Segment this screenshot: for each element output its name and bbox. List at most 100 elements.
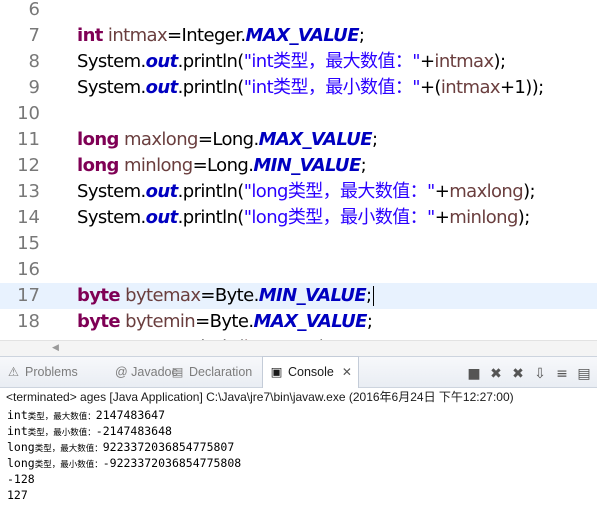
code-token: "long类型，最大数值：" [243, 181, 436, 202]
code-token: ); [517, 207, 530, 228]
code-token: ; [366, 311, 373, 332]
code-token: .println( [177, 77, 245, 98]
output-label: 类型，最大数值： [27, 412, 96, 422]
tab-problems[interactable]: ⚠ Problems [6, 357, 78, 387]
console-toolbar: ■ ✖ ✖ ⇩ ≡ ▤ [461, 363, 593, 383]
text-caret [372, 286, 374, 306]
console-output-line: int类型，最小数值：-2147483648 [7, 424, 172, 439]
code-line[interactable]: 8 System.out.println("int类型，最大数值："+intmax… [0, 49, 597, 75]
output-label: 类型，最小数值： [34, 460, 103, 470]
console-output[interactable]: int类型，最大数值：2147483647 int类型，最小数值：-2147483… [0, 406, 597, 510]
code-token: ; [358, 25, 365, 46]
code-token: =Byte. [200, 285, 259, 306]
tab-label: Declaration [189, 365, 253, 379]
line-number: 13 [17, 181, 40, 202]
code-token: "int类型，最小数值：" [243, 77, 421, 98]
code-token: ; [371, 129, 378, 150]
word-wrap-icon[interactable]: ≡ [553, 365, 571, 383]
code-line[interactable]: 15 [0, 231, 597, 257]
code-line[interactable]: 9 System.out.println("int类型，最小数值："+(intma… [0, 75, 597, 101]
code-token: intmax [440, 77, 501, 98]
remove-all-terminated-icon[interactable]: ✖ [509, 365, 527, 383]
code-token: minlong [449, 207, 518, 228]
tab-console[interactable]: ▣ Console ✕ [262, 356, 359, 388]
output-prefix: long [7, 456, 35, 470]
code-text[interactable]: byte bytemax=Byte.MIN_VALUE; [77, 283, 374, 309]
code-token: "long类型，最小数值：" [243, 207, 436, 228]
editor-horizontal-scrollbar[interactable]: ◀ [0, 340, 597, 356]
line-number: 7 [28, 25, 40, 46]
tab-label: @ Javadoc [115, 365, 178, 379]
code-token: long [77, 129, 119, 150]
console-output-line: long类型，最大数值：9223372036854775807 [7, 440, 234, 455]
code-text[interactable]: System.out.println("int类型，最大数值："+intmax)… [77, 49, 506, 75]
code-token: .println( [177, 51, 245, 72]
code-token: =Long. [192, 155, 254, 176]
code-text[interactable]: System.out.println("long类型，最大数值："+maxlon… [77, 179, 536, 205]
output-value: 9223372036854775807 [102, 440, 235, 454]
code-token: +( [419, 77, 442, 98]
console-output-line: long类型，最小数值：-9223372036854775808 [7, 456, 241, 471]
output-value: -128 [7, 472, 35, 486]
problems-icon: ⚠ [7, 365, 20, 379]
line-number: 11 [17, 129, 40, 150]
code-token: ); [493, 51, 506, 72]
code-token: byte [77, 285, 121, 306]
pin-console-icon[interactable]: ▤ [575, 365, 593, 383]
code-line[interactable]: 13 System.out.println("long类型，最大数值："+maxl… [0, 179, 597, 205]
close-icon[interactable]: ✕ [342, 365, 352, 379]
code-token: intmax [107, 25, 168, 46]
code-line[interactable]: 11 long maxlong=Long.MAX_VALUE; [0, 127, 597, 153]
code-token: byte [77, 311, 121, 332]
code-token: + [434, 181, 450, 202]
code-text[interactable]: System.out.println("long类型，最小数值："+minlon… [77, 205, 530, 231]
code-token: maxlong [449, 181, 524, 202]
tab-javadoc[interactable]: @ Javadoc [96, 357, 178, 387]
code-token: =Long. [197, 129, 259, 150]
code-line[interactable]: 14 System.out.println("long类型，最小数值："+minl… [0, 205, 597, 231]
code-line[interactable]: 12 long minlong=Long.MIN_VALUE; [0, 153, 597, 179]
scroll-lock-icon[interactable]: ⇩ [531, 365, 549, 383]
code-text[interactable]: int intmax=Integer.MAX_VALUE; [77, 23, 365, 49]
code-token: MIN_VALUE [253, 155, 361, 176]
code-token: out [145, 207, 179, 228]
code-token: System. [77, 207, 146, 228]
output-value: -2147483648 [95, 424, 172, 438]
console-output-line: -128 [7, 472, 35, 487]
scroll-left-arrow-icon[interactable]: ◀ [52, 343, 59, 353]
code-line[interactable]: 18 byte bytemin=Byte.MAX_VALUE; [0, 309, 597, 335]
code-token: "int类型，最大数值：" [243, 51, 421, 72]
code-token: bytemin [125, 311, 196, 332]
terminate-icon[interactable]: ■ [465, 365, 483, 383]
code-text[interactable]: byte bytemin=Byte.MAX_VALUE; [77, 309, 373, 335]
code-line[interactable]: 16 [0, 257, 597, 283]
code-text[interactable]: System.out.println("int类型，最小数值："+(intmax… [77, 75, 544, 101]
code-token: bytemax [125, 285, 201, 306]
code-token: + [419, 51, 435, 72]
line-number: 16 [17, 259, 40, 280]
code-token: .println( [177, 181, 245, 202]
line-number: 8 [28, 51, 40, 72]
code-line[interactable]: 17 byte bytemax=Byte.MIN_VALUE; [0, 283, 597, 309]
code-line[interactable]: 7 int intmax=Integer.MAX_VALUE; [0, 23, 597, 49]
code-token: minlong [123, 155, 193, 176]
code-editor[interactable]: 6 7 int intmax=Integer.MAX_VALUE; 8 System.o… [0, 0, 597, 340]
code-line[interactable]: 6 [0, 0, 597, 23]
line-number: 18 [17, 311, 40, 332]
output-value: -9223372036854775808 [102, 456, 242, 470]
remove-launch-icon[interactable]: ✖ [487, 365, 505, 383]
code-line[interactable]: 10 [0, 101, 597, 127]
code-token: =Integer. [167, 25, 246, 46]
output-label: 类型，最小数值： [27, 428, 96, 438]
tab-label: Problems [25, 365, 78, 379]
code-text[interactable]: long maxlong=Long.MAX_VALUE; [77, 127, 378, 153]
output-prefix: int [7, 424, 28, 438]
code-token: +1)); [499, 77, 544, 98]
tab-declaration[interactable]: ▤ Declaration [170, 357, 253, 387]
line-number: 6 [28, 0, 40, 20]
code-text[interactable]: long minlong=Long.MIN_VALUE; [77, 153, 367, 179]
code-token: maxlong [123, 129, 198, 150]
line-number: 9 [28, 77, 40, 98]
code-token: int [77, 25, 103, 46]
code-token: out [145, 51, 179, 72]
